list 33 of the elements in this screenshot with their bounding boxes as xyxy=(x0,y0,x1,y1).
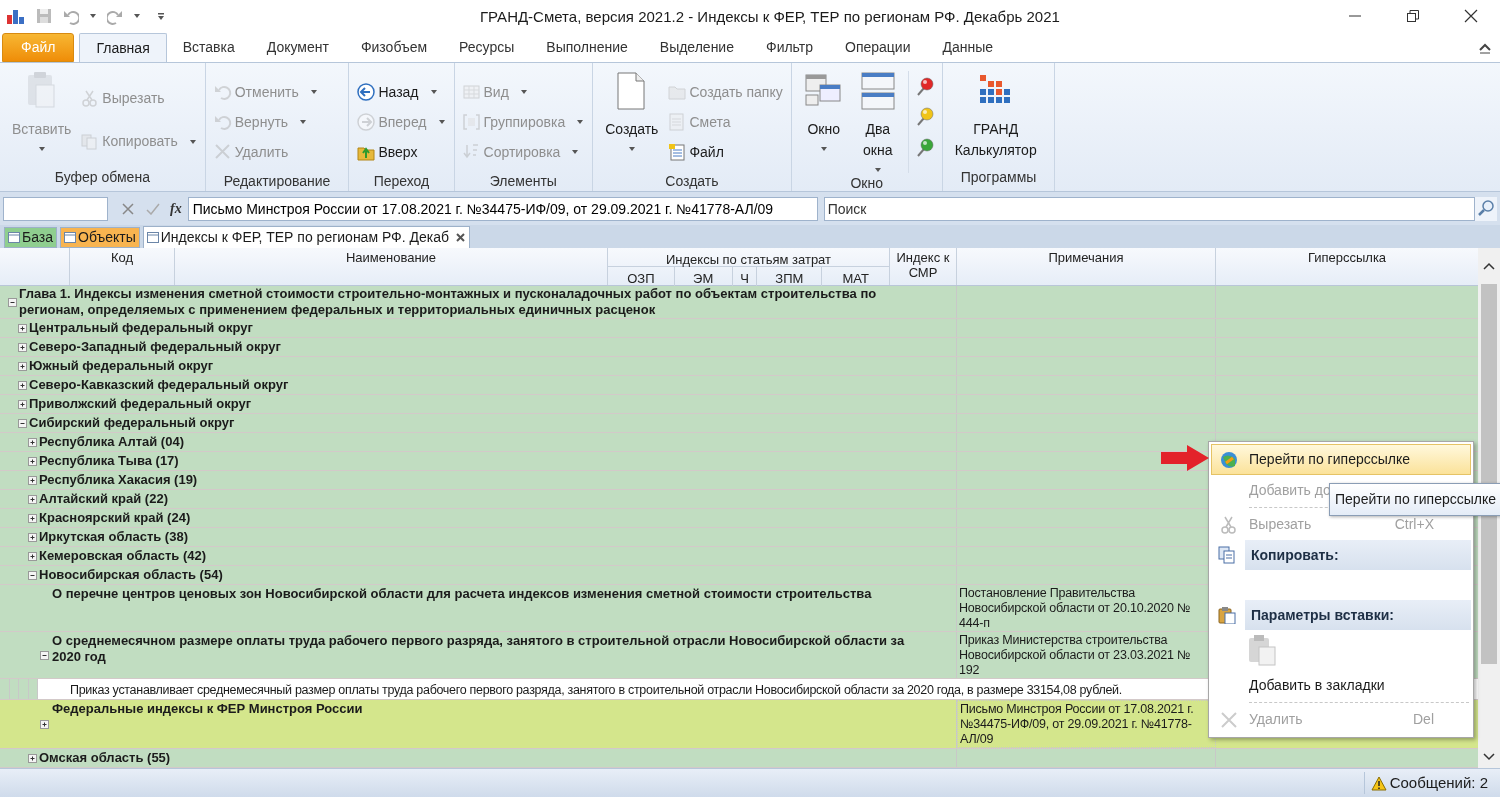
menu-section-header: Параметры вставки: xyxy=(1245,600,1471,630)
menu-section-header: Копировать: xyxy=(1245,540,1471,570)
window-title: ГРАНД-Смета, версия 2021.2 - Индексы к ФЕР, ТЕР по регионам РФ. Декабрь 2021 xyxy=(480,7,1060,27)
row-title: Северо-Кавказский федеральный округ xyxy=(29,377,290,393)
function-label: fx xyxy=(170,200,182,218)
row-title: Красноярский край (24) xyxy=(39,510,192,526)
row-title: Иркутская область (38) xyxy=(39,529,189,545)
group-label: Редактирование xyxy=(222,172,332,191)
row-title: Южный федеральный округ xyxy=(29,358,215,374)
row-title: Новосибирская область (54) xyxy=(39,567,224,583)
group-label: Буфер обмена xyxy=(53,168,151,187)
tooltip: Перейти по гиперссылке xyxy=(1329,483,1500,516)
row-title: О перечне центров ценовых зон Новосибирской области для расчета индексов изменения сметной стоимости строительства xyxy=(51,586,873,603)
status-text: Сообщений: 2 xyxy=(1389,772,1488,793)
column-group-header: Индексы по статьям затрат xyxy=(608,248,889,267)
row-title: Республика Алтай (04) xyxy=(39,434,185,450)
row-title: О среднемесячном размере оплаты труда рабочего первого разряда, занятого в строительной отрасли Новосибирской области за 2020 год xyxy=(51,633,906,666)
row-title: Алтайский край (22) xyxy=(39,491,169,507)
row-title: Омская область (55) xyxy=(39,750,172,766)
row-title: Республика Хакасия (19) xyxy=(39,472,199,488)
row-title: Северо-Западный федеральный округ xyxy=(29,339,282,355)
group-label: Программы xyxy=(959,168,1038,187)
group-label: Создать xyxy=(664,172,720,191)
row-title: Приволжский федеральный округ xyxy=(29,396,253,412)
row-title: Сибирский федеральный округ xyxy=(29,415,236,431)
row-title: Глава 1. Индексы изменения сметной стоимости строительно-монтажных и пусконаладочных работ по объектам строительства по регионам, определяемых с применением федеральных и территориальных единичных расценок xyxy=(19,286,878,318)
row-title: Центральный федеральный округ xyxy=(29,320,254,336)
row-title: Федеральные индексы к ФЕР Минстроя России xyxy=(51,701,364,718)
group-label: Переход xyxy=(372,172,431,191)
group-label: Окно xyxy=(849,174,884,193)
group-label: Элементы xyxy=(488,172,558,191)
row-title: Республика Тыва (17) xyxy=(39,453,180,469)
row-title: Кемеровская область (42) xyxy=(39,548,207,564)
